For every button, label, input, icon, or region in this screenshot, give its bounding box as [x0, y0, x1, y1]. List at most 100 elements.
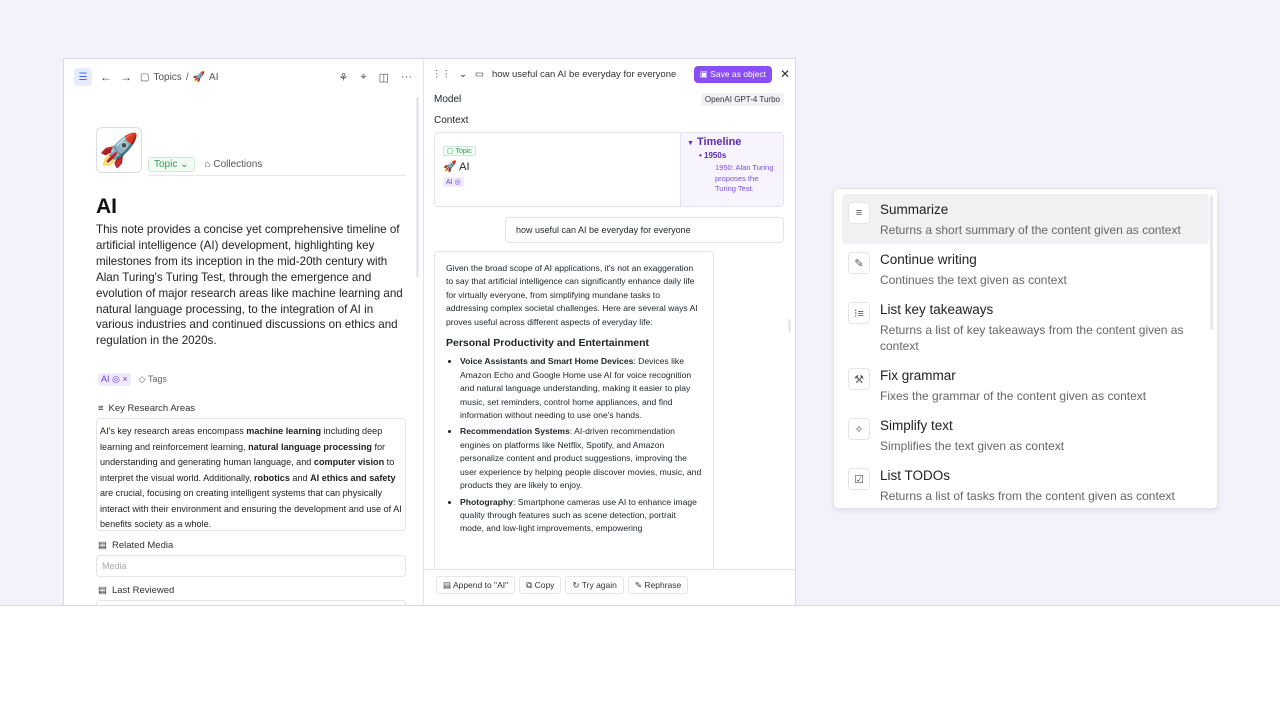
ai-response: Given the broad scope of AI applications… [434, 251, 714, 571]
key-research-label: ≡ Key Research Areas [98, 403, 195, 414]
text-property-icon: ≡ [98, 403, 104, 414]
copy-button[interactable]: ⧉ Copy [519, 576, 562, 594]
menu-item-title: Simplify text [880, 418, 953, 433]
forward-arrow-icon[interactable]: → [120, 70, 132, 84]
sidebar-toggle-icon[interactable]: ☰ [74, 68, 92, 86]
save-as-object-label: Save as object [710, 68, 766, 79]
copy-label: Copy [534, 580, 555, 590]
checkbox-icon: ☑ [848, 468, 870, 490]
tag-icon: ◎ [112, 374, 120, 384]
menu-scrollbar[interactable] [1210, 195, 1213, 330]
note-meta: Topic ⌄ ⌂ Collections [148, 157, 262, 172]
note-description[interactable]: This note provides a concise yet compreh… [96, 222, 406, 349]
key-research-field[interactable]: AI's key research areas encompass machin… [96, 418, 406, 531]
tag-label-icon: ◇ [138, 374, 146, 384]
model-label: Model [434, 94, 462, 105]
context-topic-label: Topic [455, 148, 472, 155]
save-icon: ▣ [699, 68, 708, 79]
note-emoji-icon[interactable]: 🚀 [96, 127, 142, 173]
menu-item-title: Summarize [880, 202, 949, 217]
ai-command-menu: ≡ Summarize Returns a short summary of th… [833, 188, 1218, 509]
response-actions: ▤ Append to "AI" ⧉ Copy ↻ Try again ✎ Re… [424, 569, 795, 606]
divider [148, 175, 406, 176]
collections-icon: ⌂ [204, 159, 211, 170]
research-text-part: and [289, 472, 311, 483]
menu-item-list-todos[interactable]: ☑ List TODOs Returns a list of tasks from… [842, 460, 1209, 510]
chevron-down-icon: ⌄ [180, 159, 189, 170]
append-button[interactable]: ▤ Append to "AI" [436, 576, 516, 594]
tag-row: AI ◎ × ◇ Tags [98, 373, 167, 386]
menu-item-title: List TODOs [880, 468, 951, 483]
tags-button[interactable]: ◇ Tags [139, 374, 167, 385]
ai-tag[interactable]: AI ◎ × [98, 373, 131, 386]
breadcrumb-topics[interactable]: Topics [153, 72, 181, 83]
more-icon[interactable]: ··· [401, 71, 412, 84]
response-heading: Personal Productivity and Entertainment [446, 337, 650, 350]
breadcrumb-separator: / [185, 71, 189, 83]
list-item: Photography: Smartphone cameras use AI t… [460, 496, 702, 536]
collections-label: Collections [213, 159, 263, 170]
split-view-icon[interactable]: ◫ [379, 71, 389, 84]
save-as-object-button[interactable]: ▣ Save as object [693, 65, 772, 83]
menu-item-continue-writing[interactable]: ✎ Continue writing Continues the text giv… [842, 244, 1209, 294]
remove-tag-icon[interactable]: × [122, 374, 127, 384]
rephrase-label: Rephrase [644, 580, 682, 590]
related-media-label: ▤ Related Media [98, 540, 173, 551]
menu-item-simplify-text[interactable]: ✧ Simplify text Simplifies the text given… [842, 410, 1209, 460]
menu-item-fix-grammar[interactable]: ⚒ Fix grammar Fixes the grammar of the co… [842, 360, 1209, 410]
user-message: how useful can AI be everyday for everyo… [505, 217, 784, 243]
key-research-text: AI's key research areas encompass machin… [97, 419, 405, 538]
topic-type-pill[interactable]: Topic ⌄ [148, 157, 195, 172]
breadcrumb-ai[interactable]: AI [209, 72, 218, 83]
list-item: Recommendation Systems: AI-driven recomm… [460, 425, 702, 492]
menu-item-desc: Returns a list of tasks from the content… [880, 489, 1175, 503]
try-again-label: Try again [581, 580, 617, 590]
menu-item-summarize[interactable]: ≡ Summarize Returns a short summary of th… [842, 194, 1209, 244]
close-icon[interactable]: ✕ [780, 67, 790, 81]
rocket-icon: 🚀 [192, 71, 206, 83]
research-bold-part: natural language processing [248, 441, 372, 452]
collections-button[interactable]: ⌂ Collections [205, 159, 263, 170]
context-tag-label: AI [446, 179, 453, 186]
relations-icon[interactable]: ⚘ [339, 71, 349, 84]
menu-item-desc: Continues the text given as context [880, 273, 1067, 287]
ai-topbar: ⋮⋮ ⌄ ▭ how useful can AI be everyday for… [424, 59, 795, 89]
drag-handle-icon[interactable]: ⋮⋮ [432, 69, 451, 80]
note-pane: ☰ ← → ▢ Topics / 🚀 AI ⚘ ⌖ ◫ ··· 🚀 Topic … [64, 59, 422, 606]
context-tag: AI ◎ [443, 177, 464, 187]
timeline-event: 1950: Alan Turing proposes the Turing Te… [715, 163, 774, 193]
rephrase-button[interactable]: ✎ Rephrase [627, 576, 689, 594]
append-icon: ▤ [443, 580, 452, 590]
chat-scrollbar[interactable] [788, 319, 791, 333]
timeline-title: ▼ Timeline [687, 136, 779, 148]
research-text-part: AI's key research areas encompass [100, 426, 247, 436]
pin-icon[interactable]: ⌖ [360, 71, 366, 84]
note-scrollbar[interactable] [416, 97, 419, 277]
research-bold-part: AI ethics and safety [310, 472, 396, 483]
timeline-preview: ▼ Timeline • 1950s 1950: Alan Turing pro… [680, 133, 783, 206]
model-selector[interactable]: OpenAI GPT-4 Turbo [700, 93, 784, 106]
context-card[interactable]: ▢ Topic 🚀 AI AI ◎ ▼ Timeline • 1950s 195… [434, 132, 784, 207]
menu-item-list-key-takeaways[interactable]: ⁝≡ List key takeaways Returns a list of k… [842, 294, 1209, 360]
app-window: ☰ ← → ▢ Topics / 🚀 AI ⚘ ⌖ ◫ ··· 🚀 Topic … [63, 58, 796, 606]
try-again-button[interactable]: ↻ Try again [565, 576, 624, 594]
model-row: Model OpenAI GPT-4 Turbo [434, 93, 784, 106]
triangle-down-icon: ▼ [687, 140, 694, 147]
lines-icon: ≡ [848, 202, 870, 224]
topics-crumb-icon: ▢ [140, 71, 150, 83]
note-title[interactable]: AI [96, 195, 117, 219]
menu-item-title: Fix grammar [880, 368, 956, 383]
numbered-list-icon: ⁝≡ [848, 302, 870, 324]
research-text-part: are crucial, focusing on creating intell… [100, 488, 402, 529]
copy-icon: ⧉ [526, 580, 533, 590]
pencil-icon: ✎ [634, 580, 643, 590]
list-item-title: Photography [460, 496, 513, 507]
collapse-chevron-icon[interactable]: ⌄ [459, 69, 467, 80]
list-item: Voice Assistants and Smart Home Devices:… [460, 355, 702, 422]
tag-small-icon: ◎ [454, 179, 461, 186]
pen-icon: ✎ [848, 252, 870, 274]
related-media-field[interactable]: Media [96, 555, 406, 577]
menu-item-desc: Returns a short summary of the content g… [880, 223, 1181, 237]
back-arrow-icon[interactable]: ← [100, 70, 112, 84]
wrench-icon: ⚒ [848, 368, 870, 390]
